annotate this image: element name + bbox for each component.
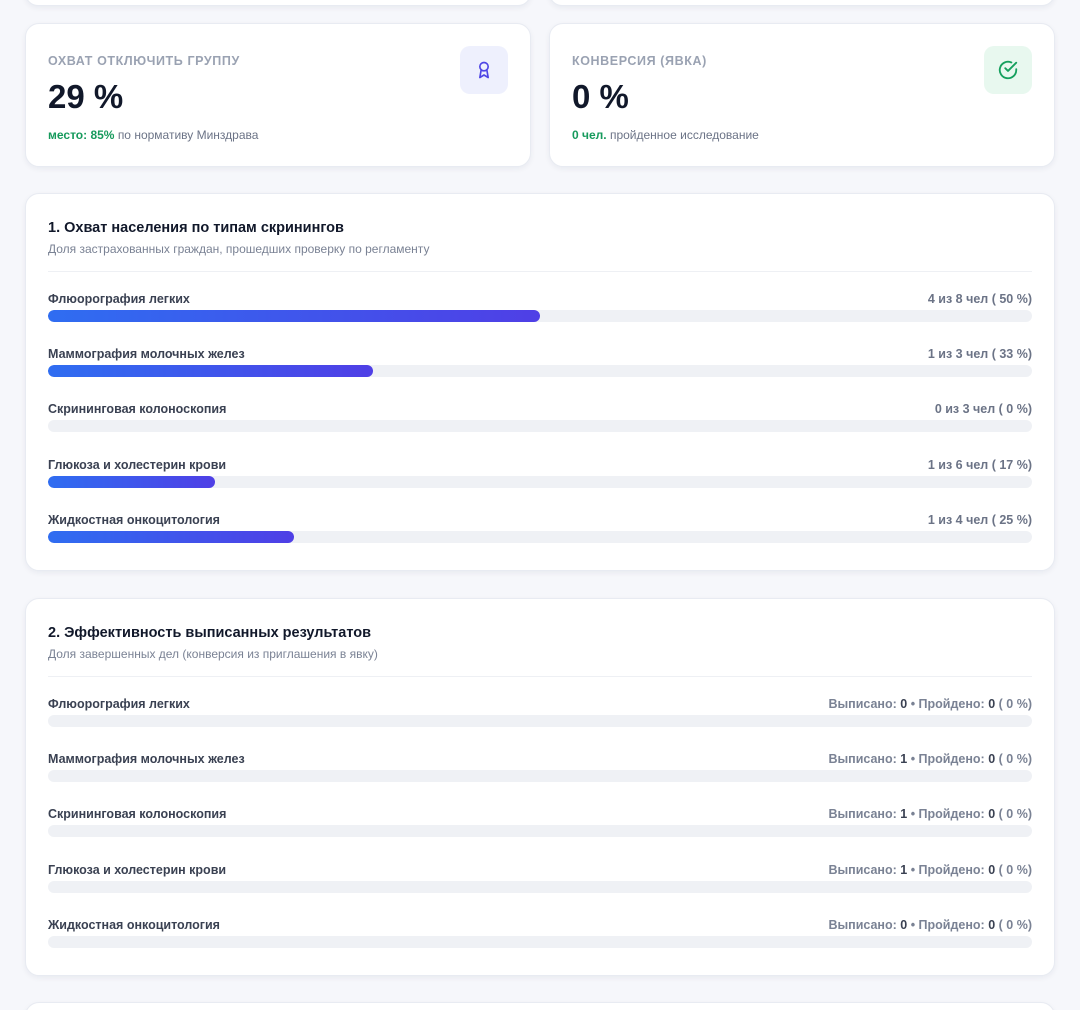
conversion-stat-card: КОНВЕРСИЯ (ЯВКА) 0 % 0 чел. пройденное и… xyxy=(549,23,1055,167)
efficiency-row: Жидкостная онкоцитология Выписано: 0 • П… xyxy=(48,918,1032,973)
coverage-row: Флюорография легких 4 из 8 чел ( 50 %) xyxy=(48,292,1032,347)
previous-card-left xyxy=(25,0,531,6)
screening-name: Флюорография легких xyxy=(48,697,190,711)
coverage-norm-text: по нормативу Минздрава xyxy=(117,128,259,142)
efficiency-rows: Флюорография легких Выписано: 0 • Пройде… xyxy=(48,697,1032,973)
screening-name: Флюорография легких xyxy=(48,292,190,306)
issued-label: Выписано: xyxy=(828,752,897,767)
efficiency-section-title: 2. Эффективность выписанных результатов xyxy=(48,625,372,641)
efficiency-row: Флюорография легких Выписано: 0 • Пройде… xyxy=(48,697,1032,752)
coverage-stat-footnote: место: 85% по нормативу Минздрава xyxy=(48,128,258,142)
progress-track xyxy=(48,530,1032,543)
coverage-stat-label: ОХВАТ ОТКЛЮЧИТЬ ГРУППУ xyxy=(48,54,240,68)
passed-label: Пройдено: xyxy=(918,697,985,711)
progress-track xyxy=(48,715,1032,727)
efficiency-section-subtitle: Доля завершенных дел (конверсия из пригл… xyxy=(48,647,378,661)
efficiency-row: Глюкоза и холестерин крови Выписано: 1 •… xyxy=(48,863,1032,918)
coverage-row: Маммография молочных желез 1 из 3 чел ( … xyxy=(48,347,1032,402)
progress-fill xyxy=(48,310,540,322)
screening-name: Скрининговая колоноскопия xyxy=(48,402,227,417)
conversion-stat-value: 0 % xyxy=(572,78,629,115)
issued-count: 0 xyxy=(900,917,908,932)
conversion-stat-footnote: 0 чел. пройденное исследование xyxy=(572,128,759,142)
progress-track xyxy=(48,365,1032,378)
conversion-count: 0 чел. xyxy=(572,128,607,142)
issued-count: 1 xyxy=(900,862,908,877)
passed-label: Пройдено: xyxy=(918,862,985,877)
efficiency-percent: ( 0 %) xyxy=(998,752,1032,767)
progress-fill xyxy=(48,530,294,543)
screening-name: Глюкоза и холестерин крови xyxy=(48,457,227,472)
coverage-row: Скрининговая колоноскопия 0 из 3 чел ( 0… xyxy=(48,402,1032,457)
issued-label: Выписано: xyxy=(828,697,897,711)
previous-card-right xyxy=(549,0,1055,6)
screening-name: Жидкостная онкоцитология xyxy=(48,917,220,932)
divider xyxy=(48,676,1032,677)
passed-label: Пройдено: xyxy=(918,807,985,822)
progress-track xyxy=(48,825,1032,838)
issued-label: Выписано: xyxy=(828,917,897,932)
coverage-stat-value: 29 % xyxy=(48,78,124,115)
efficiency-row: Скрининговая колоноскопия Выписано: 1 • … xyxy=(48,807,1032,862)
passed-count: 0 xyxy=(988,807,996,822)
progress-track xyxy=(48,935,1032,948)
passed-count: 0 xyxy=(988,752,996,767)
efficiency-percent: ( 0 %) xyxy=(998,917,1032,932)
passed-label: Пройдено: xyxy=(918,752,985,767)
progress-track xyxy=(48,770,1032,783)
coverage-norm-value: место: 85% xyxy=(48,128,115,142)
issued-count: 1 xyxy=(900,752,908,767)
progress-track xyxy=(48,475,1032,488)
efficiency-percent: ( 0 %) xyxy=(998,697,1032,711)
conversion-count-text: пройденное исследование xyxy=(609,128,759,142)
efficiency-percent: ( 0 %) xyxy=(998,862,1032,877)
passed-label: Пройдено: xyxy=(918,917,985,932)
efficiency-value: Выписано: 0 • Пройдено: 0 ( 0 %) xyxy=(828,917,1032,932)
efficiency-value: Выписано: 1 • Пройдено: 0 ( 0 %) xyxy=(828,752,1032,767)
divider xyxy=(48,271,1032,272)
coverage-stat-card: ОХВАТ ОТКЛЮЧИТЬ ГРУППУ 29 % место: 85% п… xyxy=(25,23,531,167)
efficiency-value: Выписано: 1 • Пройдено: 0 ( 0 %) xyxy=(828,862,1032,877)
coverage-value: 1 из 4 чел ( 25 %) xyxy=(927,512,1032,527)
efficiency-row: Маммография молочных желез Выписано: 1 •… xyxy=(48,752,1032,807)
screening-name: Глюкоза и холестерин крови xyxy=(48,862,227,877)
progress-track xyxy=(48,880,1032,893)
passed-count: 0 xyxy=(988,862,996,877)
efficiency-value: Выписано: 1 • Пройдено: 0 ( 0 %) xyxy=(828,807,1032,822)
efficiency-value: Выписано: 0 • Пройдено: 0 ( 0 %) xyxy=(828,697,1032,711)
results-efficiency-card: 2. Эффективность выписанных результатов … xyxy=(25,598,1055,976)
issued-label: Выписано: xyxy=(828,807,897,822)
issued-label: Выписано: xyxy=(828,862,897,877)
screening-name: Маммография молочных желез xyxy=(48,752,245,767)
passed-count: 0 xyxy=(988,917,996,932)
progress-track xyxy=(48,420,1032,433)
coverage-row: Глюкоза и холестерин крови 1 из 6 чел ( … xyxy=(48,458,1032,513)
dashboard-page: ОХВАТ ОТКЛЮЧИТЬ ГРУППУ 29 % место: 85% п… xyxy=(0,0,1080,1010)
conversion-stat-label: КОНВЕРСИЯ (ЯВКА) xyxy=(572,54,707,68)
screening-name: Скрининговая колоноскопия xyxy=(48,807,227,822)
next-card xyxy=(25,1002,1055,1010)
coverage-by-screening-card: 1. Охват населения по типам скринингов Д… xyxy=(25,193,1055,571)
efficiency-percent: ( 0 %) xyxy=(998,807,1032,822)
award-icon xyxy=(460,46,508,94)
check-circle-icon xyxy=(984,46,1032,94)
coverage-row: Жидкостная онкоцитология 1 из 4 чел ( 25… xyxy=(48,513,1032,568)
screening-name: Маммография молочных желез xyxy=(48,347,245,362)
coverage-value: 4 из 8 чел ( 50 %) xyxy=(927,292,1032,306)
coverage-value: 1 из 3 чел ( 33 %) xyxy=(927,347,1032,362)
coverage-section-subtitle: Доля застрахованных граждан, прошедших п… xyxy=(48,242,430,256)
progress-fill xyxy=(48,475,216,488)
progress-fill xyxy=(48,365,373,378)
progress-track xyxy=(48,310,1032,322)
coverage-value: 1 из 6 чел ( 17 %) xyxy=(927,457,1032,472)
coverage-rows: Флюорография легких 4 из 8 чел ( 50 %) М… xyxy=(48,292,1032,568)
issued-count: 1 xyxy=(900,807,908,822)
passed-count: 0 xyxy=(988,697,996,711)
screening-name: Жидкостная онкоцитология xyxy=(48,512,220,527)
coverage-value: 0 из 3 чел ( 0 %) xyxy=(934,402,1032,417)
issued-count: 0 xyxy=(900,697,908,711)
coverage-section-title: 1. Охват населения по типам скринингов xyxy=(48,220,344,236)
